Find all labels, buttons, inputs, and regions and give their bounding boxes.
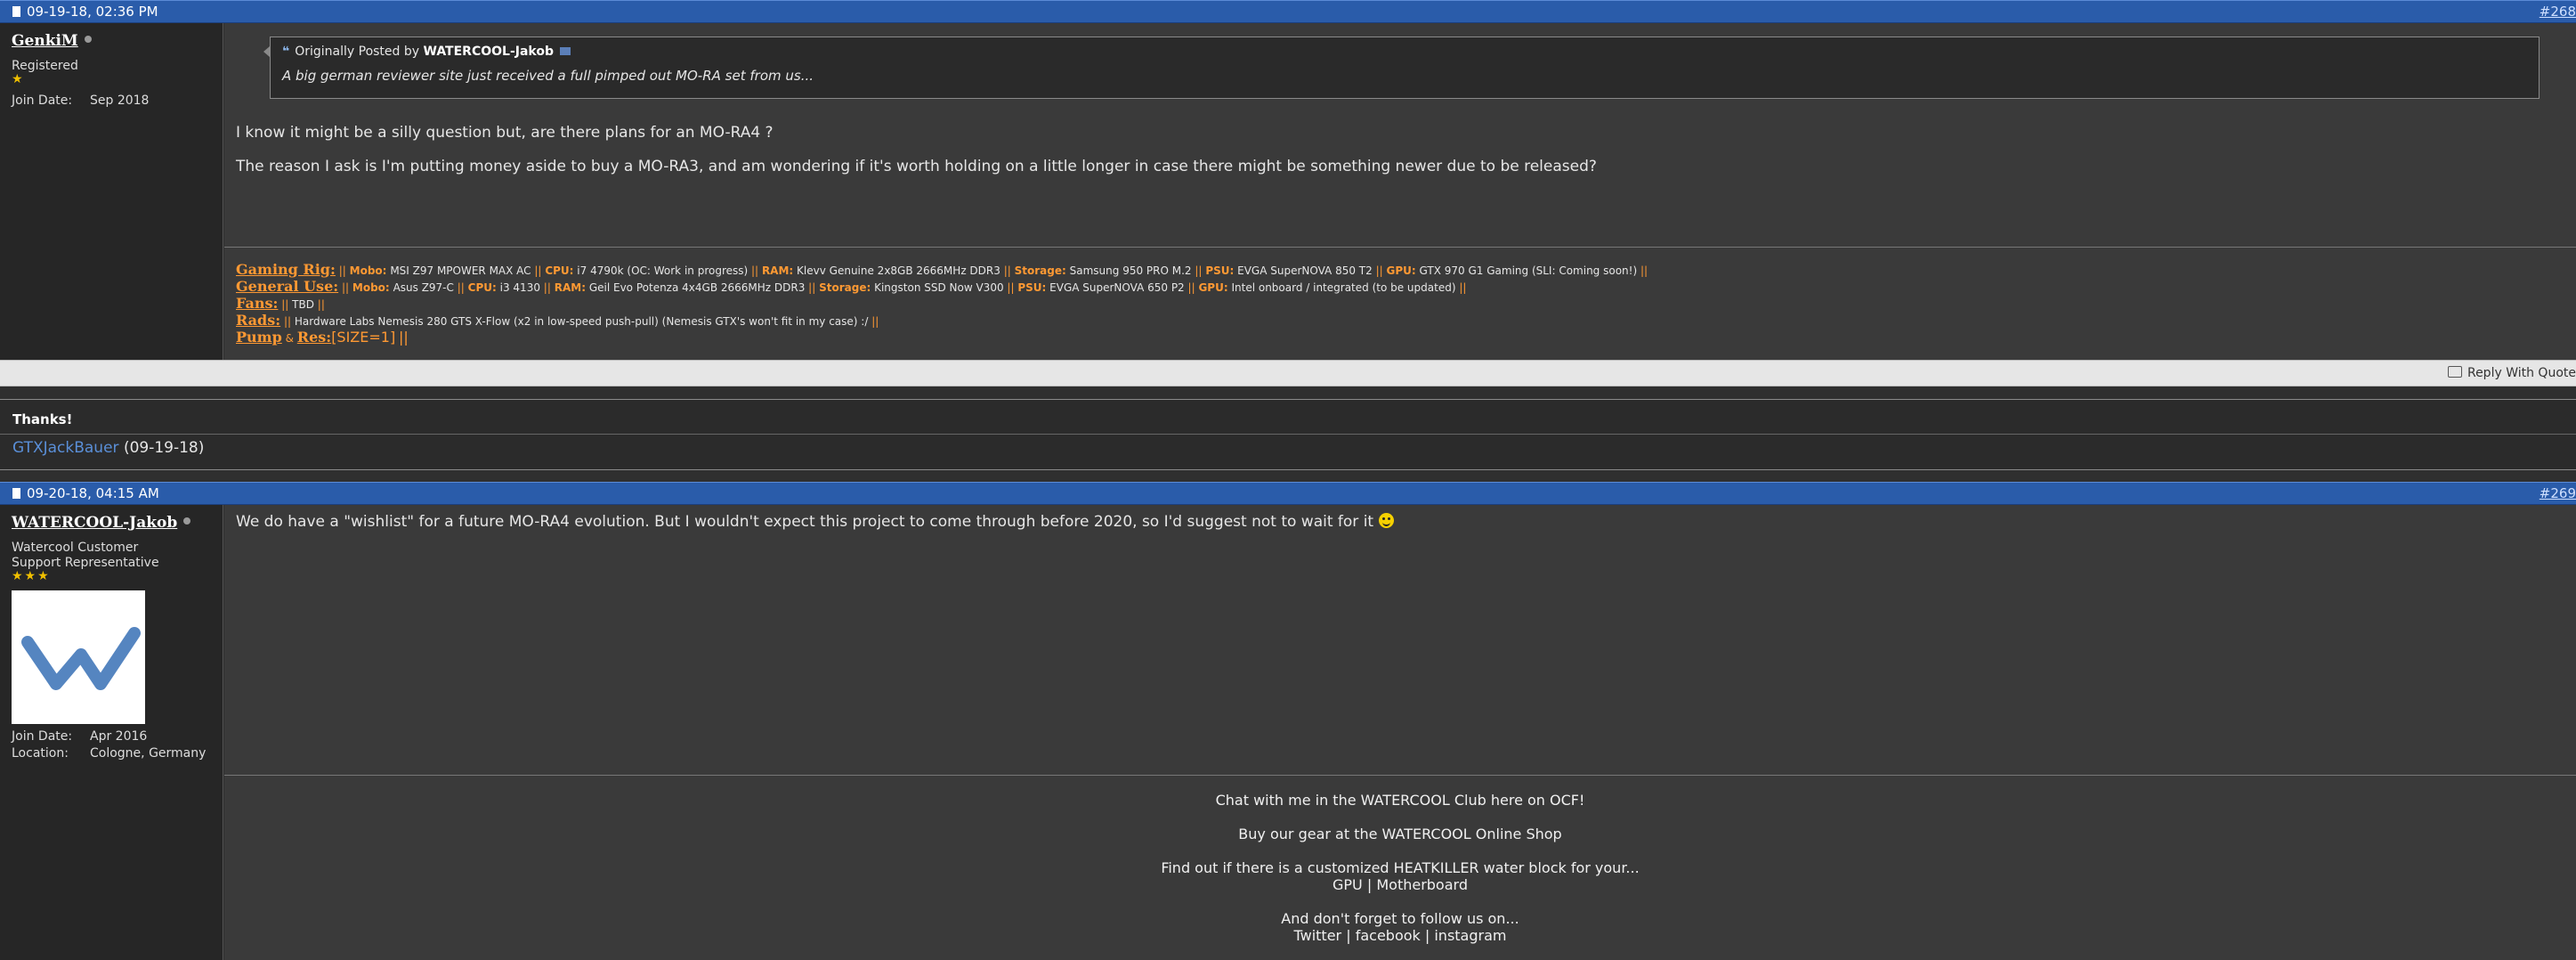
signature-social-links: Twitter | facebook | instagram xyxy=(1293,927,1507,944)
join-date-label: Join Date: xyxy=(12,729,73,744)
quote-icon: ❝ xyxy=(282,45,290,59)
quote-arrow xyxy=(263,46,270,57)
user-title-line: Support Representative xyxy=(12,556,159,570)
post-icon xyxy=(12,6,20,17)
quote-text: A big german reviewer site just received… xyxy=(282,68,814,84)
watercool-logo-icon xyxy=(21,627,141,690)
quote-header: ❝ Originally Posted by WATERCOOL-Jakob xyxy=(282,45,571,59)
user-title: Registered xyxy=(12,59,78,73)
location-value: Cologne, Germany xyxy=(90,746,207,761)
user-sidebar: WATERCOOL-Jakob Watercool Customer Suppo… xyxy=(0,505,223,960)
thanks-label: Thanks! xyxy=(12,411,73,427)
motherboard-link[interactable]: Motherboard xyxy=(1376,876,1468,893)
quote-author: WATERCOOL-Jakob xyxy=(423,45,555,59)
user-title-line: Watercool Customer xyxy=(12,541,139,555)
thanks-divider xyxy=(0,434,2576,435)
signature-buy-line: Buy our gear at the WATERCOOL Online Sho… xyxy=(1238,826,1562,842)
smiley-icon xyxy=(1378,513,1394,528)
post-number-link[interactable]: #268 xyxy=(2540,1,2576,22)
reply-with-quote-button[interactable]: Reply With Quote xyxy=(2447,366,2576,380)
twitter-link[interactable]: Twitter xyxy=(1294,927,1342,944)
signature-chat-line: Chat with me in the WATERCOOL Club here … xyxy=(1215,792,1585,809)
post-date: 09-19-18, 02:36 PM xyxy=(12,1,158,22)
watercool-club-link[interactable]: WATERCOOL Club here on OCF! xyxy=(1361,792,1585,809)
signature-pump-res: Pump & Res:[SIZE=1] || xyxy=(236,329,409,346)
rank-star-icon: ★ xyxy=(12,72,25,86)
signature-fans: Fans: || TBD || xyxy=(236,295,325,312)
signature-follow-line: And don't forget to follow us on... xyxy=(1281,910,1519,927)
post-icon xyxy=(12,488,20,499)
location-label: Location: xyxy=(12,746,69,761)
join-date-value: Apr 2016 xyxy=(90,729,148,744)
thanks-entry: GTXJackBauer (09-19-18) xyxy=(12,439,205,457)
signature-rads: Rads: || Hardware Labs Nemesis 280 GTS X… xyxy=(236,312,879,329)
post-footer-bar: Reply With Quote xyxy=(0,360,2576,386)
offline-status-icon xyxy=(84,36,92,43)
facebook-link[interactable]: facebook xyxy=(1356,927,1421,944)
post-text-line: We do have a "wishlist" for a future MO-… xyxy=(236,513,1394,531)
signature-block-links: GPU | Motherboard xyxy=(1333,876,1468,893)
thanks-box: Thanks! GTXJackBauer (09-19-18) xyxy=(0,399,2576,470)
join-date-label: Join Date: xyxy=(12,94,73,108)
post-header-bar: 09-19-18, 02:36 PM #268 xyxy=(0,0,2576,23)
signature-gaming-rig: Gaming Rig: || Mobo: MSI Z97 MPOWER MAX … xyxy=(236,261,1648,278)
view-post-icon[interactable] xyxy=(560,47,571,55)
post-date: 09-20-18, 04:15 AM xyxy=(12,483,159,504)
post-number-link[interactable]: #269 xyxy=(2540,483,2576,504)
quote-bubble-icon xyxy=(2447,366,2462,378)
signature-divider xyxy=(224,247,2576,248)
thanks-user-link[interactable]: GTXJackBauer xyxy=(12,439,119,457)
join-date-value: Sep 2018 xyxy=(90,94,150,108)
post-text-line: I know it might be a silly question but,… xyxy=(236,124,774,142)
username-link[interactable]: GenkiM xyxy=(12,32,92,50)
username-link[interactable]: WATERCOOL-Jakob xyxy=(12,514,191,532)
avatar[interactable] xyxy=(12,590,145,724)
signature-find-line: Find out if there is a customized HEATKI… xyxy=(1161,859,1640,876)
rank-stars-icon: ★★★ xyxy=(12,569,51,583)
signature-divider xyxy=(224,775,2576,776)
post-header-bar: 09-20-18, 04:15 AM #269 xyxy=(0,482,2576,505)
quote-box: ❝ Originally Posted by WATERCOOL-Jakob A … xyxy=(270,37,2540,99)
user-sidebar: GenkiM Registered ★ Join Date: Sep 2018 xyxy=(0,23,223,360)
post-text-line: The reason I ask is I'm putting money as… xyxy=(236,158,1597,175)
instagram-link[interactable]: instagram xyxy=(1434,927,1506,944)
online-shop-link[interactable]: WATERCOOL Online Shop xyxy=(1382,826,1562,842)
offline-status-icon xyxy=(183,517,191,525)
gpu-link[interactable]: GPU xyxy=(1333,876,1363,893)
signature-general-use: General Use: || Mobo: Asus Z97-C || CPU:… xyxy=(236,278,1467,295)
